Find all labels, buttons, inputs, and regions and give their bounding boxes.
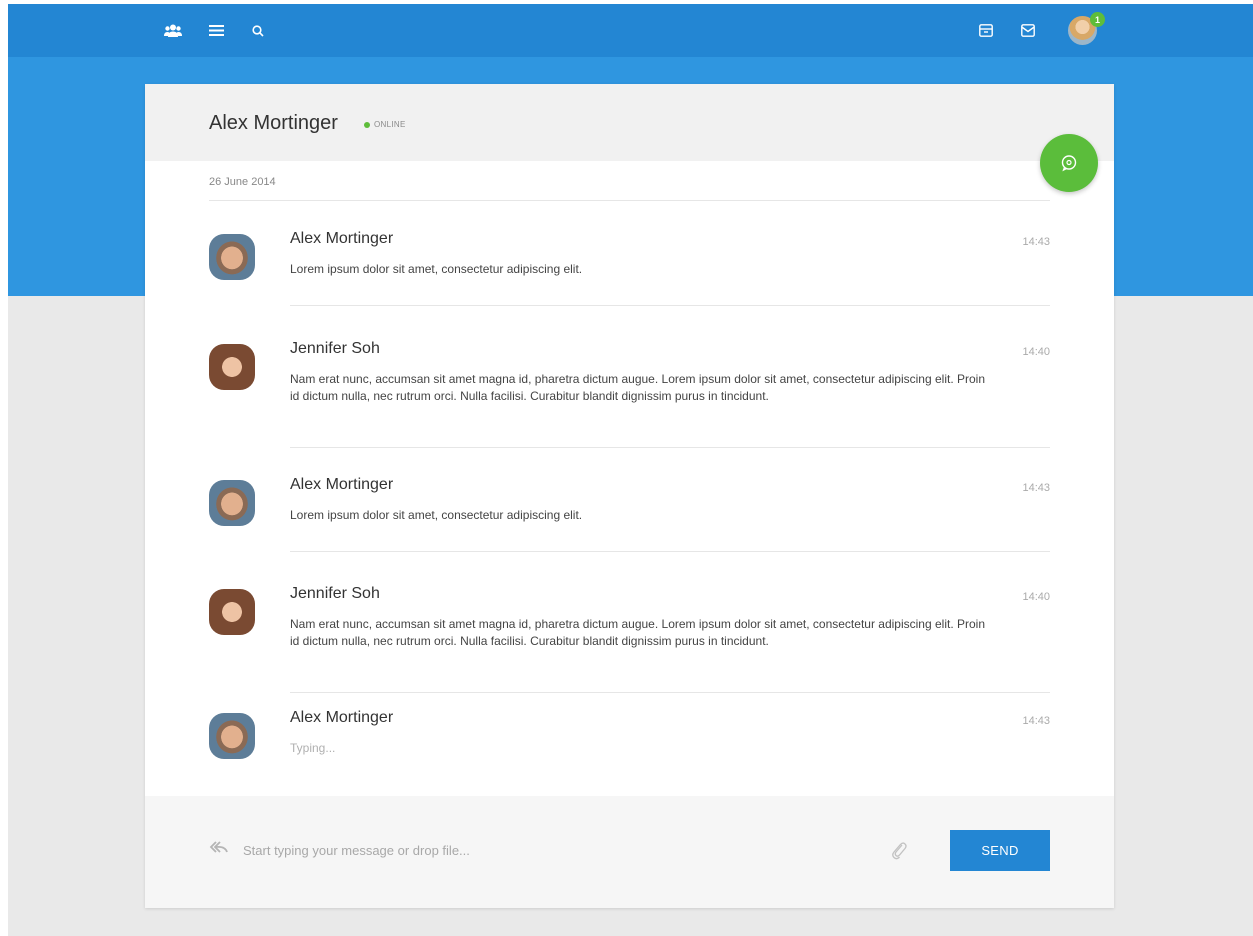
- message-time: 14:40: [1022, 591, 1050, 603]
- avatar: [209, 713, 255, 759]
- message-composer: SEND: [145, 796, 1114, 908]
- top-bar: 1: [8, 4, 1253, 57]
- menu-icon[interactable]: [204, 4, 228, 57]
- message-author: Jennifer Soh: [290, 585, 380, 602]
- divider: [290, 692, 1050, 693]
- message-text: Lorem ipsum dolor sit amet, consectetur …: [290, 508, 583, 522]
- divider: [290, 551, 1050, 552]
- message-author: Alex Mortinger: [290, 230, 394, 247]
- groups-icon[interactable]: [158, 4, 188, 57]
- message-time: 14:40: [1022, 346, 1050, 358]
- typing-indicator: Typing...: [290, 741, 336, 755]
- online-status-label: ONLINE: [374, 120, 406, 129]
- message-author: Alex Mortinger: [290, 476, 394, 493]
- message-input[interactable]: [243, 839, 843, 861]
- divider: [209, 200, 1050, 201]
- send-button[interactable]: SEND: [950, 830, 1050, 871]
- message-time: 14:43: [1022, 236, 1050, 248]
- message-time: 14:43: [1022, 715, 1050, 727]
- chat-card: Alex Mortinger ONLINE 26 June 2014 Alex …: [145, 84, 1114, 908]
- mail-icon[interactable]: [1018, 4, 1038, 57]
- paperclip-icon[interactable]: [891, 840, 907, 865]
- message-author: Jennifer Soh: [290, 340, 380, 357]
- search-icon[interactable]: [248, 4, 268, 57]
- avatar: [209, 589, 255, 635]
- online-status-dot: [364, 122, 370, 128]
- new-chat-button[interactable]: [1040, 134, 1098, 192]
- chat-bubble-icon: [1061, 155, 1077, 172]
- archive-icon[interactable]: [976, 4, 996, 57]
- message-time: 14:43: [1022, 482, 1050, 494]
- avatar: [209, 480, 255, 526]
- app-frame: 1 Alex Mortinger ONLINE 26 June 2014 Ale…: [8, 4, 1253, 936]
- avatar: [209, 344, 255, 390]
- avatar: [209, 234, 255, 280]
- chat-header: Alex Mortinger ONLINE: [145, 84, 1114, 161]
- divider: [290, 447, 1050, 448]
- date-separator: 26 June 2014: [209, 176, 276, 188]
- message-text: Nam erat nunc, accumsan sit amet magna i…: [290, 617, 985, 648]
- divider: [290, 305, 1050, 306]
- notification-badge[interactable]: 1: [1090, 12, 1105, 27]
- message-text: Lorem ipsum dolor sit amet, consectetur …: [290, 262, 583, 276]
- message-author: Alex Mortinger: [290, 709, 394, 726]
- message-text: Nam erat nunc, accumsan sit amet magna i…: [290, 372, 985, 403]
- contact-name: Alex Mortinger: [209, 112, 338, 134]
- reply-all-icon[interactable]: [209, 840, 229, 859]
